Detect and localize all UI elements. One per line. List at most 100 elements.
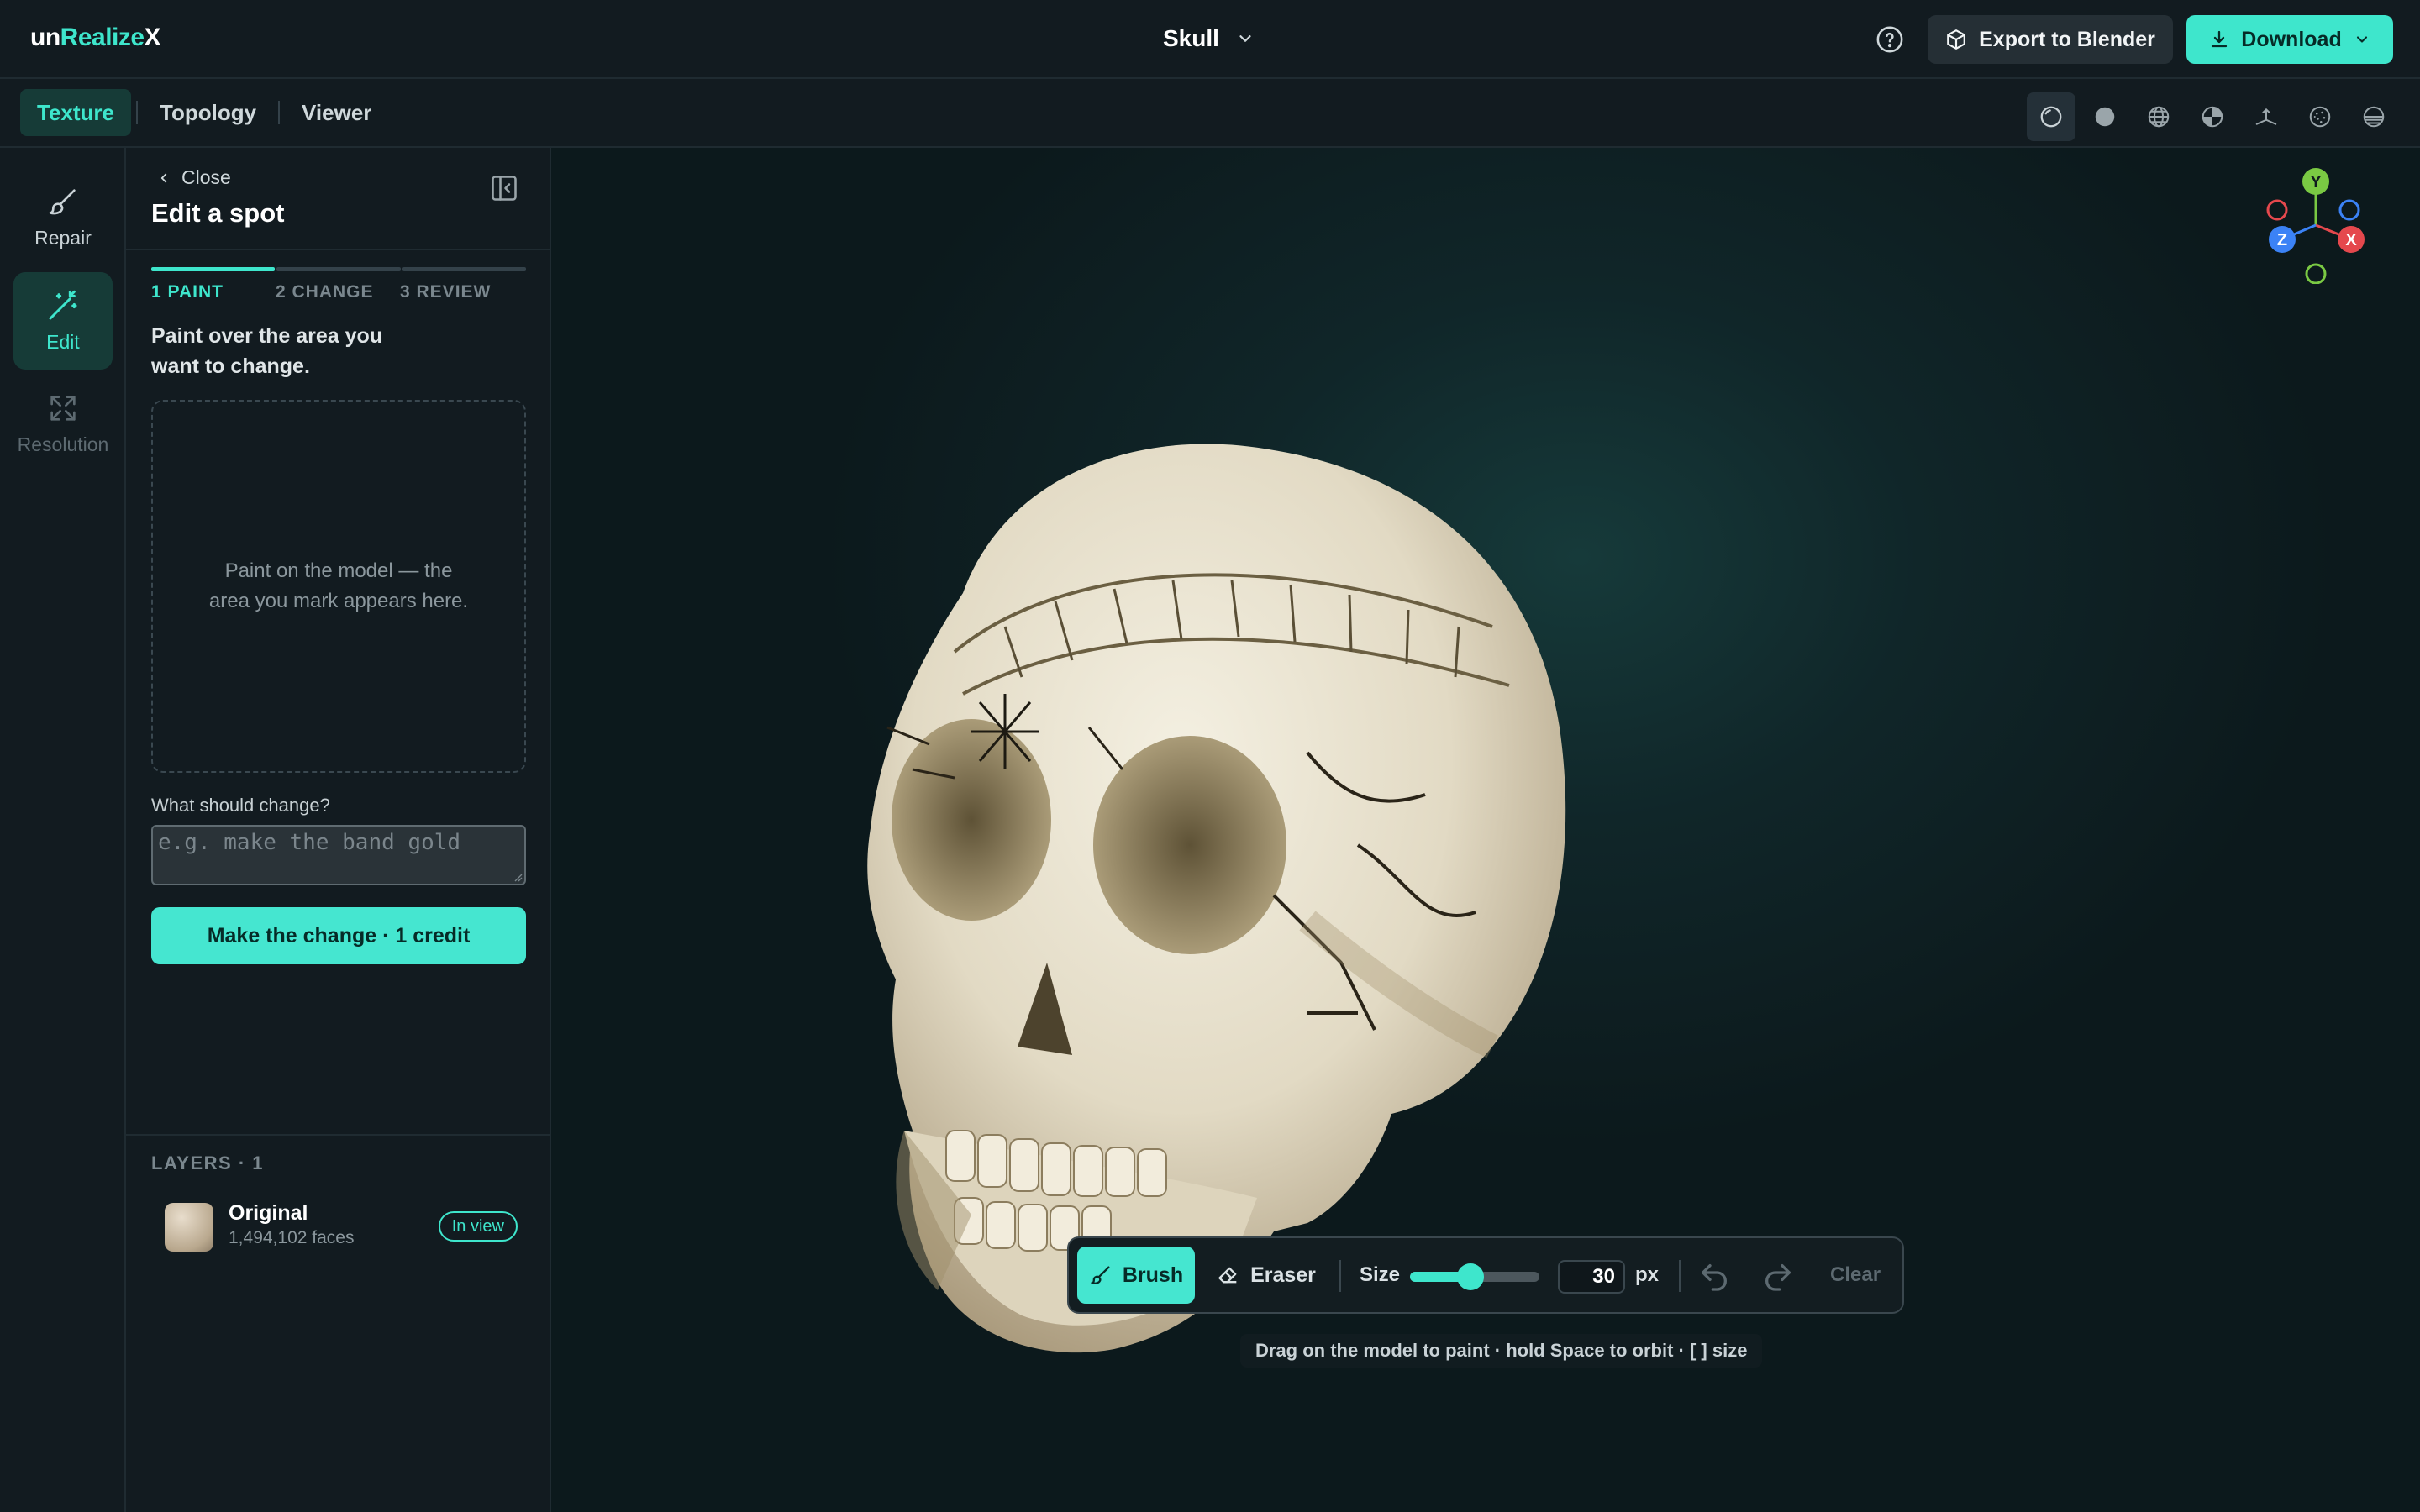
top-bar: unRealizeX Skull Export to Blender Downl… — [0, 0, 2420, 79]
logo-prefix: un — [30, 24, 60, 51]
tab-divider — [136, 101, 138, 124]
steps: 1 PAINT 2 CHANGE 3 REVIEW — [151, 282, 526, 302]
make-change-button[interactable]: Make the change · 1 credit — [151, 907, 526, 964]
size-label: Size — [1360, 1263, 1401, 1286]
tab-topology[interactable]: Topology — [143, 89, 273, 136]
in-view-badge: In view — [438, 1211, 518, 1242]
rail-item-label: Repair — [34, 226, 92, 249]
paint-toolbar: Brush Eraser Size 30 px Clear — [1067, 1236, 1904, 1314]
logo-accent: Realize — [60, 24, 145, 51]
download-icon — [2212, 30, 2228, 48]
step-instruction: Paint over the area you want to change. — [151, 324, 383, 378]
brush-icon — [1091, 1266, 1110, 1284]
clear-button[interactable]: Clear — [1830, 1263, 1881, 1287]
toolbar-divider — [1679, 1260, 1681, 1292]
toolbar-divider — [1339, 1260, 1341, 1292]
view-mode-normals[interactable] — [2242, 92, 2291, 141]
axis-gizmo[interactable]: Y X Z — [2265, 166, 2366, 284]
brush-icon — [49, 188, 76, 214]
model-title: Skull — [1163, 25, 1219, 51]
environment-icon — [2363, 106, 2385, 128]
close-label: Close — [182, 166, 231, 188]
help-circle-icon[interactable] — [1876, 25, 1904, 54]
tab-label: Viewer — [302, 99, 372, 125]
view-mode-uv-checker[interactable] — [2188, 92, 2237, 141]
x-axis-label: X — [2345, 231, 2357, 249]
change-field-label: What should change? — [151, 795, 330, 816]
rail-item-repair[interactable]: Repair — [13, 168, 113, 265]
shading-modes — [2027, 92, 2398, 141]
neg-x-handle[interactable] — [2266, 199, 2288, 221]
paint-preview-placeholder: Paint on the model — the area you mark a… — [208, 559, 469, 612]
tab-texture[interactable]: Texture — [20, 89, 131, 136]
step-review: 3 REVIEW — [400, 282, 492, 302]
rail-item-label: Edit — [46, 330, 80, 353]
view-mode-noise[interactable] — [2296, 92, 2344, 141]
eraser-tool-button[interactable]: Eraser — [1203, 1247, 1329, 1304]
step-progress-segment — [402, 267, 526, 271]
rail-item-edit[interactable]: Edit — [13, 272, 113, 370]
viewport-hint: Drag on the model to paint · hold Space … — [1240, 1334, 1763, 1368]
size-slider-handle[interactable] — [1457, 1263, 1485, 1290]
brush-tool-button[interactable]: Brush — [1077, 1247, 1195, 1304]
chevron-down-icon — [1239, 35, 1251, 42]
chevron-down-icon — [2356, 36, 2367, 43]
neg-z-handle[interactable] — [2338, 199, 2360, 221]
expand-icon — [50, 395, 76, 421]
redo-icon[interactable] — [1761, 1260, 1795, 1294]
layer-item[interactable]: Original 1,494,102 faces In view — [165, 1201, 518, 1253]
wireframe-icon — [2148, 106, 2170, 128]
tab-label: Topology — [160, 99, 257, 125]
size-slider[interactable] — [1410, 1263, 1539, 1290]
tool-rail: Repair Edit Resolution — [0, 148, 126, 1512]
size-value-input[interactable]: 30 — [1558, 1260, 1625, 1294]
step-paint: 1 PAINT — [151, 282, 224, 302]
brush-label: Brush — [1122, 1263, 1184, 1287]
mode-tabs: Texture Topology Viewer — [20, 89, 388, 136]
z-axis-label: Z — [2277, 231, 2287, 249]
chevron-left-icon — [160, 173, 167, 182]
tab-viewer[interactable]: Viewer — [285, 89, 388, 136]
panel-title: Edit a spot — [151, 198, 285, 228]
matcap-icon — [2040, 106, 2062, 128]
step-progress — [151, 267, 526, 271]
layers-heading: LAYERS · 1 — [151, 1152, 265, 1173]
step-progress-segment — [276, 267, 401, 271]
eraser-label: Eraser — [1250, 1263, 1316, 1287]
app-logo[interactable]: unRealizeX — [30, 24, 161, 52]
make-change-label: Make the change · 1 credit — [207, 923, 471, 948]
3d-viewport[interactable]: Y X Z Brush Eraser Size 30 px Clear Drag… — [551, 148, 2420, 1512]
rail-item-label: Resolution — [17, 433, 109, 455]
uv-checker-icon — [2202, 106, 2223, 128]
y-axis-label: Y — [2310, 173, 2322, 192]
close-button[interactable]: Close — [156, 166, 231, 189]
step-change: 2 CHANGE — [276, 282, 374, 302]
export-to-blender-button[interactable]: Export to Blender — [1928, 15, 2173, 64]
solid-icon — [2095, 107, 2115, 127]
view-mode-wireframe[interactable] — [2134, 92, 2183, 141]
layer-thumbnail — [165, 1203, 213, 1252]
starburst-engraving — [971, 694, 1039, 769]
neg-y-handle[interactable] — [2305, 263, 2327, 284]
view-mode-matcap[interactable] — [2027, 92, 2075, 141]
resize-grip-icon[interactable] — [513, 872, 523, 882]
magic-wand-icon — [49, 290, 77, 319]
tab-divider — [278, 101, 281, 124]
eraser-icon — [1218, 1267, 1237, 1284]
view-mode-environment[interactable] — [2349, 92, 2398, 141]
view-mode-solid[interactable] — [2081, 92, 2129, 141]
download-button[interactable]: Download — [2186, 15, 2393, 64]
noise-icon — [2309, 106, 2331, 128]
undo-icon[interactable] — [1697, 1260, 1731, 1294]
tab-label: Texture — [37, 99, 114, 125]
divider — [126, 249, 550, 250]
divider — [126, 1134, 550, 1136]
rail-item-resolution[interactable]: Resolution — [13, 375, 113, 472]
normals-icon — [2255, 108, 2277, 125]
edit-panel: Close Edit a spot 1 PAINT 2 CHANGE 3 REV… — [126, 148, 551, 1512]
export-label: Export to Blender — [1979, 27, 2155, 51]
collapse-panel-icon[interactable] — [489, 173, 519, 203]
change-description-input[interactable] — [151, 825, 526, 885]
size-unit: px — [1635, 1263, 1660, 1286]
model-title-dropdown[interactable]: Skull — [1163, 25, 1255, 52]
